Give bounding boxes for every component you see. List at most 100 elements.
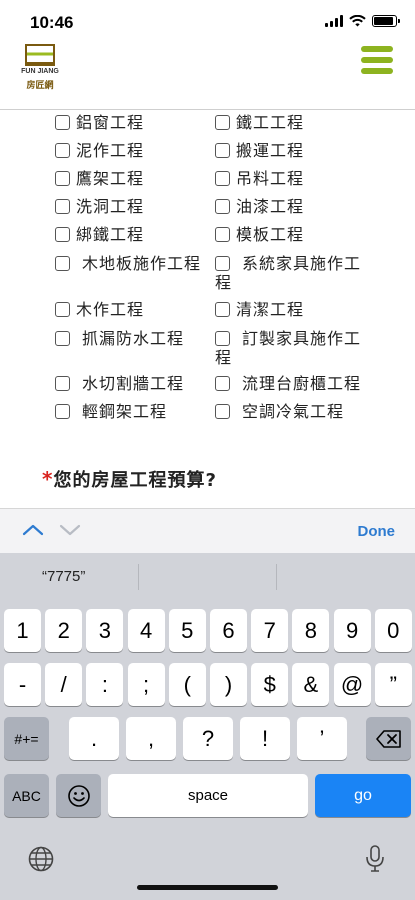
checkbox-option[interactable]: 吊料工程 [215,168,304,190]
chevron-up-icon[interactable] [22,522,44,538]
wifi-icon [349,15,366,27]
checkbox-option[interactable]: 模板工程 [215,224,304,246]
checkbox-option[interactable]: 鷹架工程 [55,168,144,190]
key[interactable]: . [69,717,119,760]
checkbox[interactable] [215,376,230,391]
checkbox-option[interactable]: 水切割牆工程 [55,373,184,395]
checkbox[interactable] [215,302,230,317]
option-label: 鷹架工程 [76,169,145,188]
globe-icon[interactable] [28,846,54,872]
emoji-key[interactable] [56,774,101,817]
checkbox-option[interactable]: 木作工程 [55,299,144,321]
checkbox[interactable] [55,302,70,317]
checkbox[interactable] [55,256,70,271]
checkbox[interactable] [55,227,70,242]
option-label: 清潔工程 [236,300,305,319]
checkbox-option[interactable]: 抓漏防水工程 [55,328,184,350]
symbols-key[interactable]: #+= [4,717,49,760]
key[interactable]: 7 [251,609,289,652]
done-button[interactable]: Done [358,523,396,540]
option-label: 抓漏防水工程 [82,329,185,348]
status-icons [325,15,400,27]
key[interactable]: & [292,663,330,706]
suggestion-item[interactable]: “7775” [42,553,85,601]
checkbox-option[interactable]: 泥作工程 [55,140,144,162]
key[interactable]: : [86,663,124,706]
backspace-key[interactable] [366,717,411,760]
checkbox-option[interactable]: 輕鋼架工程 [55,401,167,423]
key[interactable]: ? [183,717,233,760]
key[interactable]: 4 [127,609,165,652]
checkbox[interactable] [215,256,230,271]
key[interactable]: , [126,717,176,760]
key[interactable]: / [45,663,83,706]
option-label: 木作工程 [76,300,145,319]
option-label: 系統家具施作工 [242,254,362,273]
checkbox-option[interactable]: 綁鐵工程 [55,224,144,246]
checkbox-option[interactable]: 清潔工程 [215,299,304,321]
numeric-keyboard: “7775” 1234567890 - /:;() $ & @” #+= .,?!’ A… [0,553,415,900]
key[interactable]: 3 [86,609,124,652]
go-key[interactable]: go [315,774,411,817]
key[interactable]: ; [127,663,165,706]
budget-question: *您的房屋工程預算? [42,466,217,492]
fun-jiang-logo[interactable]: FUN JIANG 房匠網 [18,44,62,91]
checkbox[interactable] [55,143,70,158]
checkbox[interactable] [215,199,230,214]
suggestion-divider [276,564,277,590]
key[interactable]: ’ [297,717,347,760]
key[interactable]: 9 [333,609,371,652]
key[interactable]: ! [240,717,290,760]
chevron-down-icon[interactable] [59,522,81,538]
key[interactable]: 2 [45,609,83,652]
checkbox-option[interactable]: 流理台廚櫃工程 [215,373,361,395]
keyboard-accessory-bar: Done [0,508,415,553]
checkbox-option[interactable]: 搬運工程 [215,140,304,162]
checkbox-option[interactable]: 空調冷氣工程 [215,401,344,423]
checkbox[interactable] [215,143,230,158]
key[interactable]: ” [374,663,412,706]
checkbox[interactable] [55,171,70,186]
key[interactable]: @ [333,663,371,706]
key[interactable]: $ [251,663,289,706]
option-label: 訂製家具施作工 [242,329,362,348]
checkbox[interactable] [55,331,70,346]
option-label: 空調冷氣工程 [242,402,345,421]
option-label: 搬運工程 [236,141,305,160]
checkbox[interactable] [215,171,230,186]
space-key[interactable]: space [108,774,308,817]
checkbox[interactable] [55,199,70,214]
battery-level [374,17,393,25]
checkbox-option[interactable]: 木地板施作工程 [55,253,201,275]
hamburger-menu-icon[interactable] [361,46,393,74]
budget-question-text: 您的房屋工程預算? [53,470,217,491]
checkbox-option[interactable]: 訂製家具施作工 [215,328,361,350]
key[interactable]: 1 [4,609,41,652]
option-label: 泥作工程 [76,141,145,160]
checkbox[interactable] [215,331,230,346]
abc-key[interactable]: ABC [4,774,49,817]
key[interactable]: 0 [374,609,412,652]
checkbox[interactable] [55,404,70,419]
microphone-icon[interactable] [364,845,386,873]
key[interactable]: ) [210,663,247,706]
option-label: 鋁窗工程 [76,113,145,132]
checkbox[interactable] [215,404,230,419]
checkbox[interactable] [215,115,230,130]
checkbox-option[interactable]: 系統家具施作工 [215,253,361,275]
key[interactable]: - [4,663,41,706]
checkbox[interactable] [55,115,70,130]
emoji-icon [67,784,90,807]
checkbox[interactable] [215,227,230,242]
key[interactable]: 8 [292,609,330,652]
option-label: 流理台廚櫃工程 [242,374,362,393]
key[interactable]: 6 [210,609,247,652]
key[interactable]: 5 [168,609,206,652]
checkbox-option[interactable]: 洗洞工程 [55,196,144,218]
checkbox-option[interactable]: 鋁窗工程 [55,112,144,134]
checkbox-option[interactable]: 油漆工程 [215,196,304,218]
key[interactable]: ( [168,663,206,706]
checkbox-option[interactable]: 鐵工工程 [215,112,304,134]
option-label: 鐵工工程 [236,113,305,132]
checkbox[interactable] [55,376,70,391]
